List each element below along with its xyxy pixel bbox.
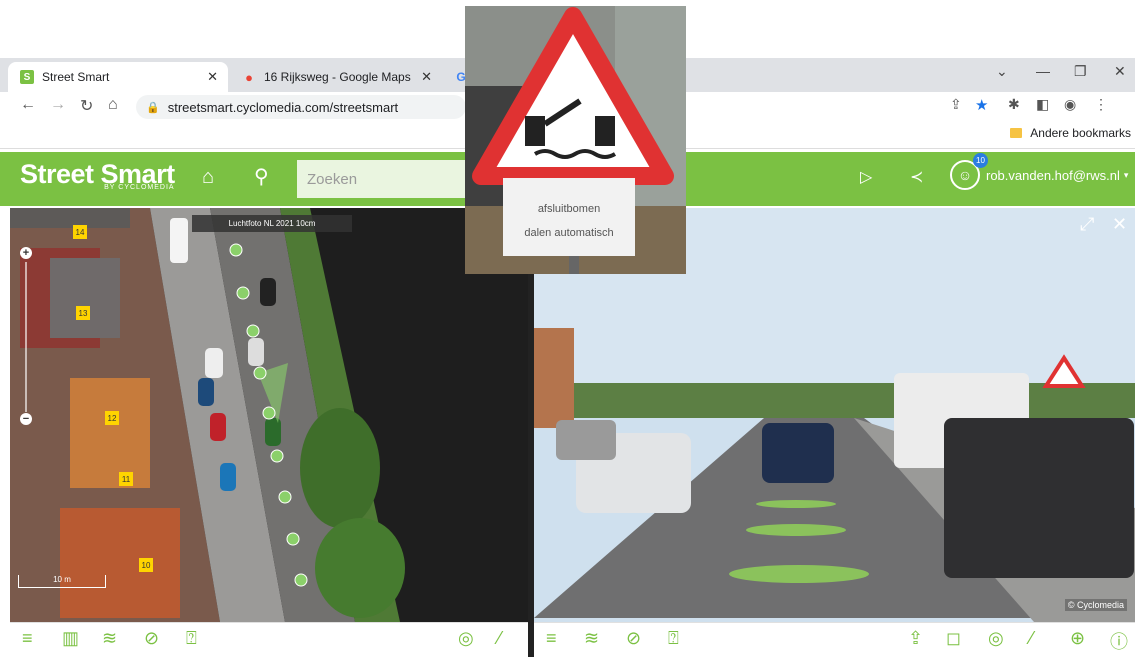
close-window-icon[interactable]: ✕ — [1114, 63, 1126, 80]
measure-area-icon[interactable]: ◎ — [458, 628, 474, 649]
house-number-label: 11 — [119, 472, 133, 486]
aerial-photo — [10, 208, 528, 622]
minimize-icon[interactable]: — — [1036, 63, 1050, 79]
zoom-in-button[interactable]: + — [20, 247, 32, 259]
map-icon[interactable]: ▥ — [62, 628, 79, 649]
bookmark-folder[interactable]: Andere bookmarks — [1010, 126, 1131, 140]
side-panel-icon[interactable]: ◧ — [1036, 96, 1049, 113]
url-text: streetsmart.cyclomedia.com/streetsmart — [167, 99, 399, 115]
menu-icon[interactable]: ≡ — [22, 628, 33, 649]
info-icon[interactable]: ⓘ — [1110, 628, 1128, 654]
tab-google-maps[interactable]: ● 16 Rijksweg - Google Maps ✕ — [230, 62, 442, 92]
hide-icon[interactable]: ⊘ — [626, 628, 641, 649]
search-icon[interactable]: ⚲ — [254, 164, 269, 189]
user-icon: ☺ 10 — [950, 153, 988, 190]
sign-text-line2: dalen automatisch — [524, 227, 613, 239]
close-icon[interactable]: ✕ — [1112, 214, 1127, 235]
house-number-label: 12 — [105, 411, 119, 425]
layers-icon[interactable]: ≋ — [102, 628, 117, 649]
lock-icon: 🔒 — [146, 101, 160, 114]
map-layer-label: Luchtfoto NL 2021 10cm — [192, 215, 352, 232]
address-bar[interactable]: 🔒 streetsmart.cyclomedia.com/streetsmart — [136, 95, 466, 119]
measure-area-icon[interactable]: ◎ — [988, 628, 1004, 649]
back-icon[interactable]: ← — [20, 96, 36, 114]
scale-bar: 10 m — [18, 575, 106, 588]
sign-text-line1: afsluitbomen — [538, 203, 600, 215]
home-browser-icon[interactable]: ⌂ — [108, 96, 118, 114]
zoom-out-button[interactable]: − — [20, 413, 32, 425]
house-number-label: 14 — [73, 225, 87, 239]
notification-badge: 10 — [973, 153, 988, 168]
bookmark-folder-label: Andere bookmarks — [1030, 126, 1131, 140]
layers-icon[interactable]: ≋ — [584, 628, 599, 649]
annotate-icon[interactable]: ◻ — [946, 628, 961, 649]
sign-inset-photo: afsluitbomen dalen automatisch — [465, 6, 686, 274]
aerial-map[interactable] — [10, 208, 528, 622]
home-icon[interactable]: ⌂ — [202, 166, 214, 189]
profile-icon[interactable]: ◉ — [1064, 96, 1076, 113]
tab-title: Street Smart — [42, 70, 110, 84]
crosshair-icon[interactable]: ⊕ — [1070, 628, 1085, 649]
tab-street-smart[interactable]: S Street Smart ✕ — [8, 62, 228, 92]
chevron-down-icon: ▾ — [1123, 169, 1129, 180]
folder-icon — [1010, 128, 1023, 138]
share-page-icon[interactable]: ⇪ — [950, 96, 962, 113]
export-icon[interactable]: ⇪ — [908, 628, 923, 649]
expand-icon[interactable]: ⤢ — [1080, 214, 1094, 235]
forward-icon[interactable]: → — [50, 96, 66, 114]
house-number-label: 13 — [76, 306, 90, 320]
restore-icon[interactable]: ❐ — [1074, 63, 1087, 80]
share-icon[interactable]: ≺ — [910, 167, 923, 187]
street-smart-logo: Street Smart BY CYCLOMEDIA — [20, 159, 175, 191]
extensions-icon[interactable]: ✱ — [1008, 96, 1020, 113]
chevron-down-icon[interactable]: ⌄ — [996, 63, 1008, 80]
more-icon[interactable]: ⋮ — [1094, 96, 1108, 113]
ruler-icon[interactable]: ⁄ — [498, 628, 501, 649]
report-icon[interactable]: ⍰ — [668, 628, 679, 649]
star-icon[interactable]: ★ — [975, 96, 988, 114]
close-icon[interactable]: ✕ — [421, 69, 432, 85]
panorama-toolbar — [534, 622, 1135, 658]
tab-title: 16 Rijksweg - Google Maps — [264, 70, 411, 84]
report-icon[interactable]: ⍰ — [186, 628, 197, 649]
search-placeholder: Zoeken — [307, 170, 358, 188]
map-pin-icon: ● — [245, 69, 253, 85]
house-number-label: 10 — [139, 558, 153, 572]
search-input[interactable]: Zoeken — [297, 160, 472, 198]
user-menu[interactable]: ☺ 10 rob.vanden.hof@rws.nl ▾ — [950, 153, 1129, 190]
zoom-slider[interactable] — [25, 262, 27, 412]
copyright-label: © Cyclomedia — [1064, 599, 1127, 611]
ruler-icon[interactable]: ⁄ — [1030, 628, 1033, 649]
map-toolbar — [10, 622, 528, 658]
close-icon[interactable]: ✕ — [207, 69, 218, 85]
hide-icon[interactable]: ⊘ — [144, 628, 159, 649]
street-smart-favicon-icon: S — [20, 70, 34, 84]
menu-icon[interactable]: ≡ — [546, 628, 557, 649]
user-email: rob.vanden.hof@rws.nl — [986, 167, 1120, 183]
bridge-warning-sign: afsluitbomen dalen automatisch — [465, 6, 686, 274]
reload-icon[interactable]: ↻ — [80, 96, 93, 116]
play-icon[interactable]: ▷ — [860, 167, 872, 187]
